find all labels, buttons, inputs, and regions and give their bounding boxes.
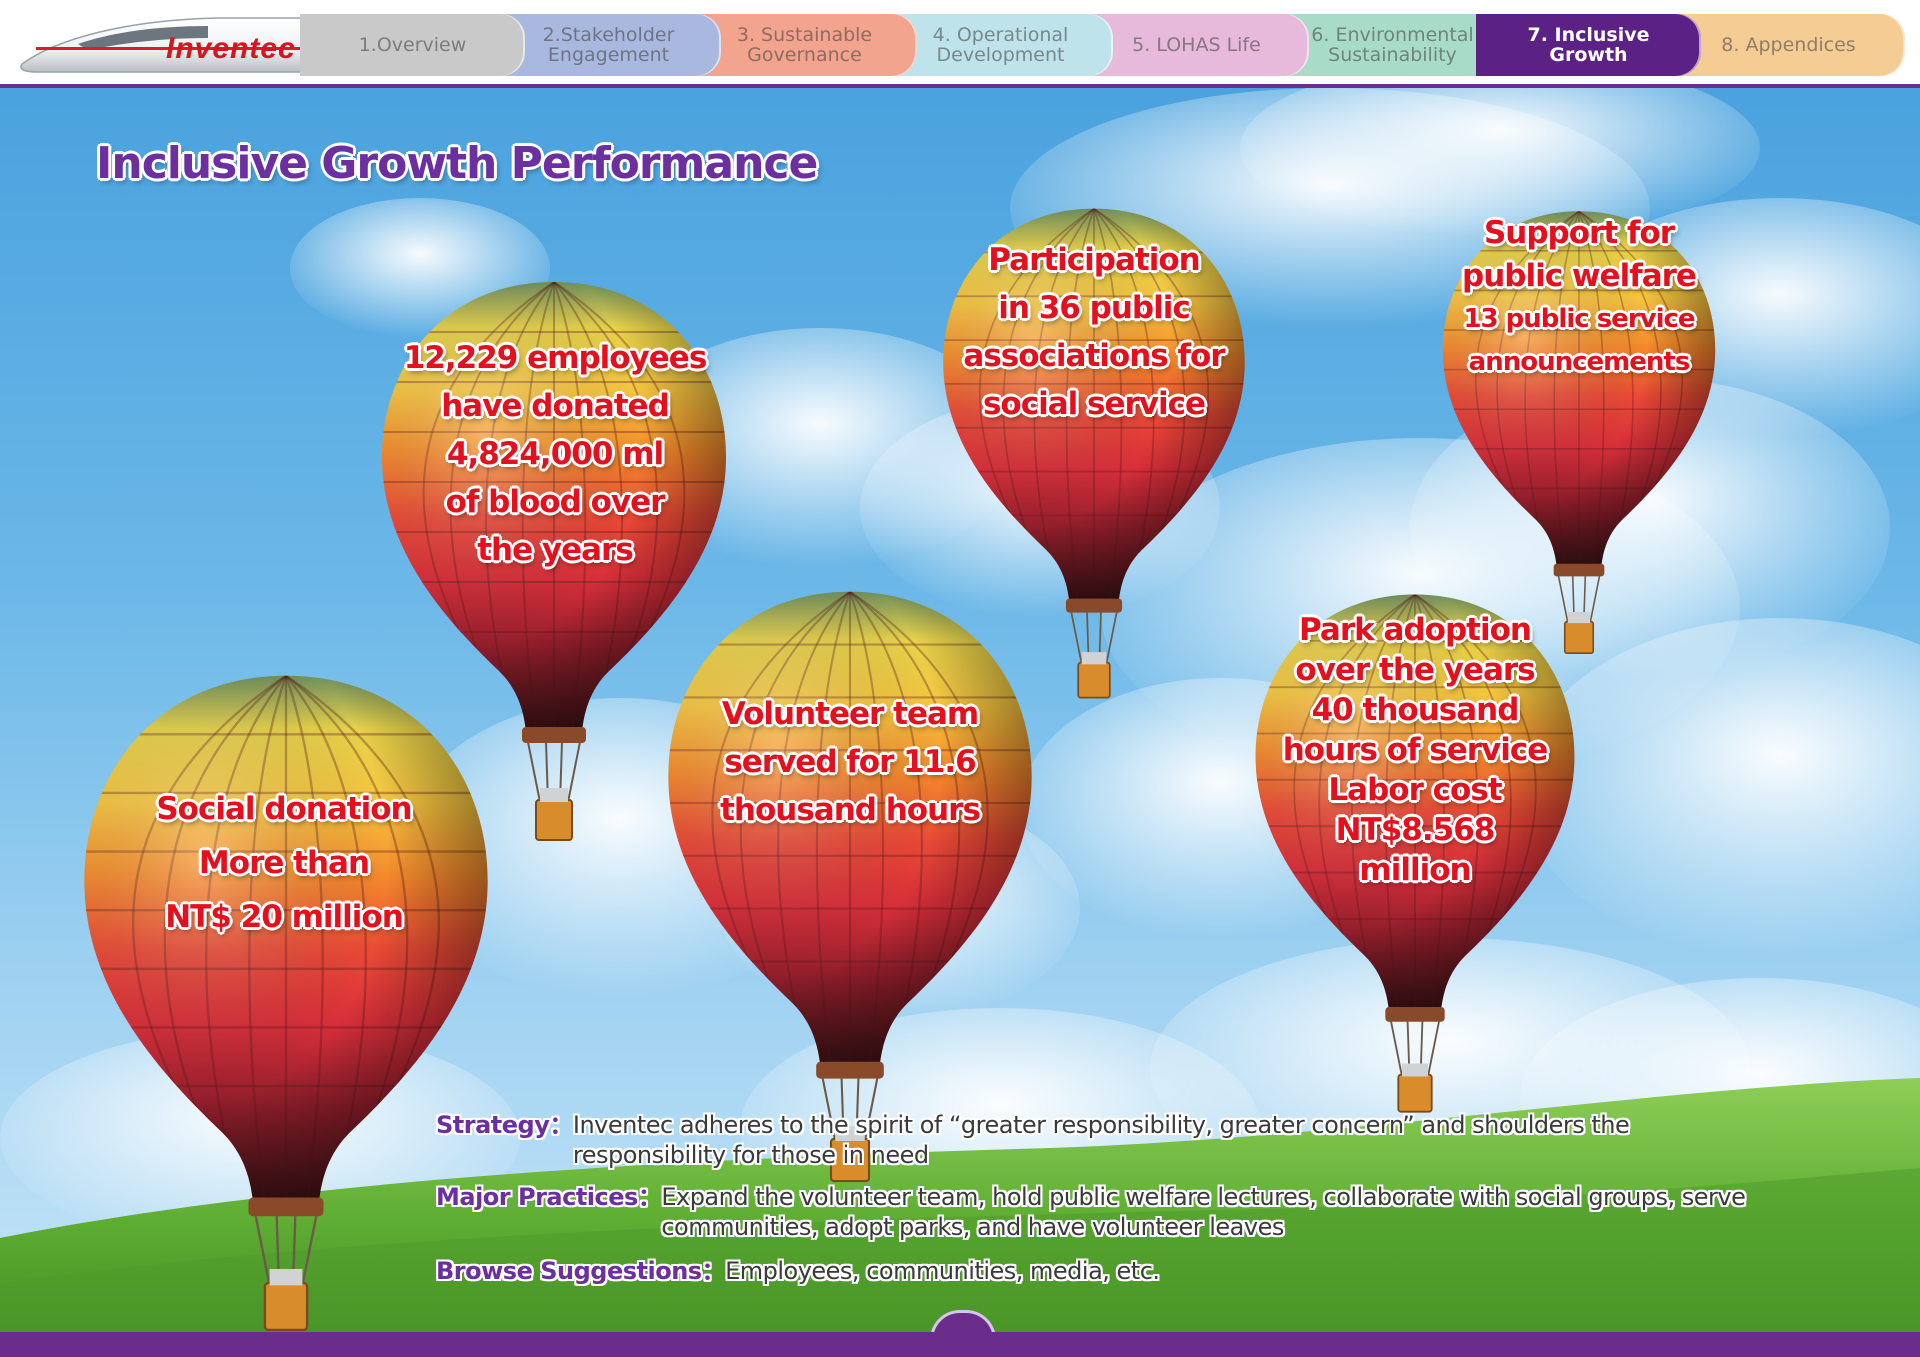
tab-lohas-life[interactable]: 5. LOHAS Life bbox=[1084, 14, 1309, 76]
stat-line: in 36 public bbox=[998, 290, 1191, 326]
tab-label: 2.Stakeholder bbox=[542, 24, 675, 46]
browse-row: Browse Suggestions： Employees, communiti… bbox=[436, 1256, 1806, 1286]
stat-line: thousand hours bbox=[720, 792, 981, 828]
tab-label-line2: Development bbox=[936, 44, 1065, 66]
strategy-row: Strategy： Inventec adheres to the spirit… bbox=[436, 1110, 1806, 1170]
tab-label-line2: Growth bbox=[1549, 44, 1628, 66]
tab-stakeholder-engagement[interactable]: 2.Stakeholder Engagement bbox=[496, 14, 721, 76]
stat-line: public welfare bbox=[1462, 258, 1697, 294]
stat-line: over the years bbox=[1295, 652, 1535, 688]
tab-overview[interactable]: 1.Overview bbox=[300, 14, 525, 76]
stat-line: 12,229 employees bbox=[403, 340, 708, 376]
strategy-panel: Strategy： Inventec adheres to the spirit… bbox=[436, 1110, 1806, 1330]
stat-line: of blood over bbox=[445, 484, 666, 520]
stat-social-donation: Social donation More than NT$ 20 million bbox=[110, 782, 458, 944]
top-navigation: 1.Overview 2.Stakeholder Engagement 3. Su… bbox=[0, 0, 1920, 88]
tab-label: 7. Inclusive bbox=[1527, 24, 1650, 46]
stat-line: More than bbox=[198, 845, 370, 881]
tab-label-line2: Sustainability bbox=[1328, 44, 1457, 66]
stat-line: 13 public service bbox=[1463, 304, 1695, 334]
page-title: Inclusive Growth Performance bbox=[96, 138, 818, 189]
stat-line: Social donation bbox=[156, 791, 412, 827]
stat-line: Participation bbox=[988, 242, 1200, 278]
tab-label-line2: Engagement bbox=[547, 44, 670, 66]
strategy-text: Inventec adheres to the spirit of “great… bbox=[572, 1111, 1630, 1169]
stat-volunteer-hours: Volunteer team served for 11.6 thousand … bbox=[682, 690, 1018, 834]
stat-line: Labor cost bbox=[1328, 772, 1502, 808]
stat-line: served for 11.6 bbox=[724, 744, 976, 780]
stat-line: NT$ 20 million bbox=[165, 899, 404, 935]
hero-sky-scene: Inclusive Growth Performance 12,229 empl… bbox=[0, 88, 1920, 1357]
browse-label: Browse Suggestions： bbox=[436, 1257, 726, 1285]
stat-public-associations: Participation in 36 public associations … bbox=[944, 236, 1244, 428]
tab-label: 6. Environmental bbox=[1311, 24, 1474, 46]
tab-label: 4. Operational bbox=[932, 24, 1069, 46]
tab-environmental-sustainability[interactable]: 6. Environmental Sustainability bbox=[1280, 14, 1505, 76]
stat-line: announcements bbox=[1468, 347, 1691, 377]
stat-line: Park adoption bbox=[1299, 612, 1532, 648]
tab-operational-development[interactable]: 4. Operational Development bbox=[888, 14, 1113, 76]
strategy-label: Strategy： bbox=[436, 1111, 573, 1139]
section-tabs: 1.Overview 2.Stakeholder Engagement 3. Su… bbox=[300, 14, 1905, 76]
stat-line: hours of service bbox=[1282, 732, 1549, 768]
stat-line: 4,824,000 ml bbox=[446, 436, 664, 472]
stat-line: the years bbox=[477, 532, 634, 568]
tab-label: 1.Overview bbox=[358, 34, 467, 56]
stat-line: 40 thousand bbox=[1311, 692, 1520, 728]
stat-line: Support for bbox=[1483, 215, 1675, 251]
stat-line: social service bbox=[982, 386, 1206, 422]
stat-blood-donation: 12,229 employees have donated 4,824,000 … bbox=[392, 334, 718, 574]
hot-air-balloon bbox=[662, 580, 1038, 1195]
tab-sustainable-governance[interactable]: 3. Sustainable Governance bbox=[692, 14, 917, 76]
practices-label: Major Practices： bbox=[436, 1183, 662, 1211]
browse-text: Employees, communities, media, etc. bbox=[725, 1257, 1160, 1285]
stat-line: Volunteer team bbox=[721, 696, 979, 732]
stat-public-welfare: Support for public welfare 13 public ser… bbox=[1440, 212, 1718, 384]
tab-label: 8. Appendices bbox=[1721, 34, 1856, 56]
practices-text: Expand the volunteer team, hold public w… bbox=[661, 1183, 1746, 1241]
tab-label: 5. LOHAS Life bbox=[1132, 34, 1261, 56]
stat-line: million bbox=[1359, 852, 1471, 888]
inventec-logo[interactable]: Inventec bbox=[166, 32, 296, 66]
stat-park-adoption: Park adoption over the years 40 thousand… bbox=[1256, 610, 1574, 890]
stat-line: have donated bbox=[441, 388, 670, 424]
hot-air-balloon bbox=[76, 664, 496, 1344]
footer-bar bbox=[0, 1332, 1920, 1357]
tab-appendices[interactable]: 8. Appendices bbox=[1672, 14, 1905, 76]
tab-label: 3. Sustainable bbox=[736, 24, 873, 46]
practices-row: Major Practices： Expand the volunteer te… bbox=[436, 1182, 1806, 1242]
stat-line: NT$8.568 bbox=[1335, 812, 1496, 848]
stat-line: associations for bbox=[963, 338, 1225, 374]
tab-label-line2: Governance bbox=[747, 44, 862, 66]
tab-inclusive-growth[interactable]: 7. Inclusive Growth bbox=[1476, 14, 1701, 76]
